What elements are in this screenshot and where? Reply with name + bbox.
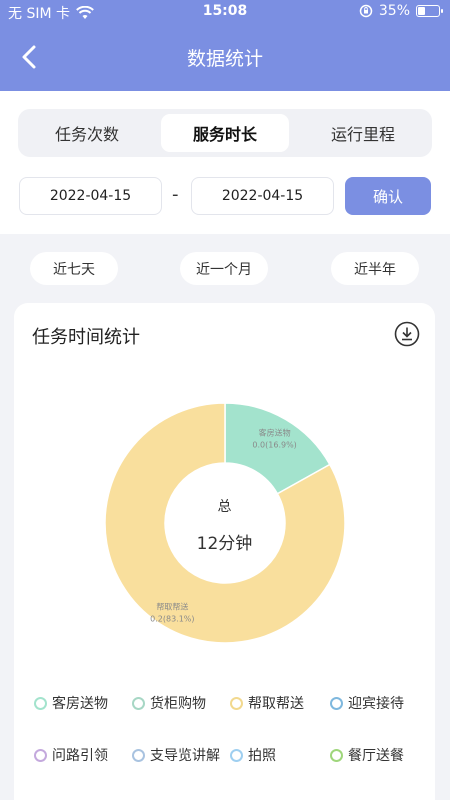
- tab-service-duration[interactable]: 服务时长: [161, 114, 289, 152]
- battery-percent: 35%: [378, 3, 410, 19]
- legend-label: 问路引领: [52, 748, 108, 764]
- legend-dot-icon: [132, 696, 145, 710]
- end-date-input[interactable]: 2022-04-15: [191, 177, 334, 215]
- range-7-days-button[interactable]: 近七天: [30, 252, 118, 285]
- slice-name-label: 客房送物: [259, 427, 291, 437]
- legend-item[interactable]: 货柜购物: [132, 693, 206, 713]
- legend-item[interactable]: 客房送物: [34, 693, 108, 713]
- range-1-month-button[interactable]: 近一个月: [180, 252, 268, 285]
- battery-level: [418, 7, 425, 15]
- legend-label: 拍照: [248, 748, 276, 764]
- legend-label: 帮取帮送: [248, 696, 304, 712]
- orientation-lock-icon: [359, 4, 373, 18]
- chart-center-caption: 总: [217, 499, 232, 515]
- slice-name-label: 帮取帮送: [156, 602, 188, 612]
- filter-panel: 任务次数 服务时长 运行里程 2022-04-15 - 2022-04-15 确…: [0, 91, 450, 234]
- nav-bar: 数据统计: [0, 24, 450, 91]
- legend-dot-icon: [34, 748, 47, 762]
- legend-item[interactable]: 餐厅送餐: [330, 745, 404, 765]
- legend-item[interactable]: 拍照: [230, 745, 276, 765]
- legend-label: 客房送物: [52, 696, 108, 712]
- confirm-button[interactable]: 确认: [345, 177, 431, 215]
- legend-item[interactable]: 帮取帮送: [230, 693, 304, 713]
- start-date-input[interactable]: 2022-04-15: [19, 177, 162, 215]
- stats-card: 任务时间统计 客房送物 0.0(16.9%) 帮取帮送 0.2(83.1%) 总 12…: [14, 303, 435, 800]
- range-half-year-button[interactable]: 近半年: [331, 252, 419, 285]
- battery-icon: [416, 5, 443, 17]
- legend-item[interactable]: 问路引领: [34, 745, 108, 765]
- legend-dot-icon: [230, 748, 243, 762]
- tab-mileage[interactable]: 运行里程: [299, 114, 427, 152]
- legend-label: 货柜购物: [150, 696, 206, 712]
- legend-item[interactable]: 支导览讲解: [132, 745, 220, 765]
- legend-dot-icon: [132, 748, 145, 762]
- legend-dot-icon: [230, 696, 243, 710]
- legend-item[interactable]: 迎宾接待: [330, 693, 404, 713]
- donut-chart: 客房送物 0.0(16.9%) 帮取帮送 0.2(83.1%): [104, 402, 346, 644]
- status-bar: 无 SIM 卡 15:08 35%: [0, 0, 450, 24]
- chart-total-value: 12分钟: [196, 534, 253, 554]
- legend-dot-icon: [34, 696, 47, 710]
- legend-label: 迎宾接待: [348, 696, 404, 712]
- status-right: 35%: [359, 3, 443, 19]
- page-title: 数据统计: [186, 48, 263, 70]
- legend-dot-icon: [330, 748, 343, 762]
- tab-task-count[interactable]: 任务次数: [23, 114, 151, 152]
- segment-tabs: 任务次数 服务时长 运行里程: [18, 109, 432, 157]
- legend-label: 餐厅送餐: [348, 748, 404, 764]
- slice-value-label: 0.2(83.1%): [150, 615, 194, 624]
- legend-dot-icon: [330, 696, 343, 710]
- slice-value-label: 0.0(16.9%): [252, 440, 296, 449]
- date-separator: -: [172, 184, 179, 205]
- legend-label: 支导览讲解: [150, 748, 220, 764]
